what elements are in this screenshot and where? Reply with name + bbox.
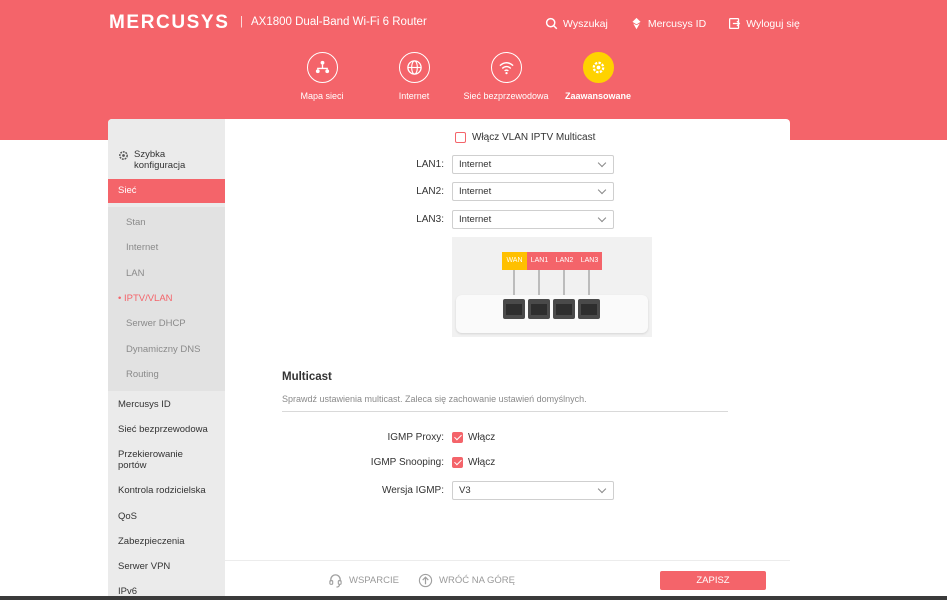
subnav-routing[interactable]: Routing xyxy=(126,369,159,380)
search-link[interactable]: Wyszukaj xyxy=(545,17,608,30)
lan3-port xyxy=(578,299,600,319)
igmp-proxy-row: IGMP Proxy: Włącz xyxy=(347,432,495,443)
router-model-text: AX1800 Dual-Band Wi-Fi 6 Router xyxy=(251,16,427,28)
igmp-proxy-label: IGMP Proxy: xyxy=(387,432,445,443)
save-button[interactable]: ZAPISZ xyxy=(660,571,766,590)
igmp-snooping-option[interactable]: Włącz xyxy=(452,457,495,468)
lan1-port xyxy=(528,299,550,319)
subnav-lan[interactable]: LAN xyxy=(126,268,144,279)
search-icon xyxy=(545,17,558,30)
igmp-proxy-checkbox[interactable] xyxy=(452,432,463,443)
network-map-icon xyxy=(306,52,338,83)
mercusys-id-link[interactable]: Mercusys ID xyxy=(630,17,706,30)
router-model: | AX1800 Dual-Band Wi-Fi 6 Router xyxy=(240,16,427,28)
content-area: Włącz VLAN IPTV Multicast LAN1: Internet… xyxy=(225,119,790,600)
back-to-top-button[interactable]: WRÓĆ NA GÓRĘ xyxy=(418,573,515,588)
top-links: Wyszukaj Mercusys ID Wyloguj się xyxy=(545,17,800,30)
port-diagram: WAN LAN1 LAN2 LAN3 xyxy=(452,237,652,337)
nav-network-map-label: Mapa sieci xyxy=(300,91,344,101)
mercusys-id-icon xyxy=(632,17,641,30)
nav-wireless[interactable]: Sieć bezprzewodowa xyxy=(460,52,552,102)
igmp-snooping-row: IGMP Snooping: Włącz xyxy=(347,457,495,468)
vlan-multicast-label: Włącz VLAN IPTV Multicast xyxy=(472,132,596,143)
lan2-label: LAN2: xyxy=(416,186,444,197)
sidebar-item-mercusys-id[interactable]: Mercusys ID xyxy=(118,399,171,410)
multicast-title: Multicast xyxy=(282,371,332,383)
igmp-proxy-option[interactable]: Włącz xyxy=(452,432,495,443)
igmp-snooping-label: IGMP Snooping: xyxy=(370,457,444,468)
igmp-version-select[interactable]: V3 xyxy=(452,481,614,500)
nav-advanced[interactable]: Zaawansowane xyxy=(552,52,644,102)
sidebar-subnav: Stan Internet LAN • IPTV/VLAN Serwer DHC… xyxy=(108,207,225,391)
logout-link[interactable]: Wyloguj się xyxy=(728,17,800,30)
lan2-row: LAN2: Internet xyxy=(347,182,614,201)
vlan-multicast-option[interactable]: Włącz VLAN IPTV Multicast xyxy=(455,132,595,143)
subnav-iptv-vlan[interactable]: • IPTV/VLAN xyxy=(118,293,173,304)
igmp-snooping-checkbox[interactable] xyxy=(452,457,463,468)
lan1-row: LAN1: Internet xyxy=(347,155,614,174)
back-to-top-label: WRÓĆ NA GÓRĘ xyxy=(439,575,516,586)
nav-internet-label: Internet xyxy=(398,91,430,101)
window-bottom-edge xyxy=(0,596,947,600)
sidebar-item-security[interactable]: Zabezpieczenia xyxy=(118,536,185,547)
footer-bar: WSPARCIE WRÓĆ NA GÓRĘ ZAPISZ xyxy=(225,560,790,600)
search-label: Wyszukaj xyxy=(563,17,608,30)
sidebar-item-quick-setup[interactable]: Szybka konfiguracja xyxy=(118,149,194,171)
subnav-dynamic-dns[interactable]: Dynamiczny DNS xyxy=(126,344,200,355)
router-body xyxy=(456,295,648,333)
logout-icon xyxy=(729,18,741,29)
multicast-divider xyxy=(282,411,728,412)
sidebar: Szybka konfiguracja Sieć Stan Internet L… xyxy=(108,119,225,600)
nav-internet[interactable]: Internet xyxy=(368,52,460,102)
vlan-multicast-checkbox[interactable] xyxy=(455,132,466,143)
sidebar-item-qos[interactable]: QoS xyxy=(118,511,137,522)
lan3-row: LAN3: Internet xyxy=(347,210,614,229)
sidebar-item-wireless[interactable]: Sieć bezprzewodowa xyxy=(118,424,208,435)
sidebar-item-vpn-server[interactable]: Serwer VPN xyxy=(118,561,170,572)
main-nav: Mapa sieci Internet Sieć bezprzewodowa Z… xyxy=(276,52,644,102)
quick-setup-label: Szybka konfiguracja xyxy=(134,149,186,171)
igmp-version-row: Wersja IGMP: V3 xyxy=(347,481,614,500)
subnav-internet[interactable]: Internet xyxy=(126,242,158,253)
headset-icon xyxy=(329,574,342,588)
main-card: Szybka konfiguracja Sieć Stan Internet L… xyxy=(108,119,790,600)
subnav-status[interactable]: Stan xyxy=(126,217,146,228)
logout-label: Wyloguj się xyxy=(746,17,800,30)
igmp-snooping-text: Włącz xyxy=(468,457,496,468)
wan-port xyxy=(503,299,525,319)
subnav-dhcp-server[interactable]: Serwer DHCP xyxy=(126,318,186,329)
mercusys-id-label: Mercusys ID xyxy=(647,17,707,30)
lan2-select[interactable]: Internet xyxy=(452,182,614,201)
arrow-up-icon xyxy=(418,573,433,588)
igmp-proxy-text: Włącz xyxy=(468,432,496,443)
nav-advanced-label: Zaawansowane xyxy=(564,91,632,101)
gear-icon xyxy=(582,52,614,83)
quick-setup-icon xyxy=(119,151,128,160)
support-button[interactable]: WSPARCIE xyxy=(328,573,399,588)
lan1-select[interactable]: Internet xyxy=(452,155,614,174)
sidebar-item-network[interactable]: Sieć xyxy=(108,179,225,203)
lan1-label: LAN1: xyxy=(416,159,444,170)
lan3-label: LAN3: xyxy=(416,214,444,225)
brand-logo: MERCUSYS xyxy=(109,12,230,33)
lan2-port xyxy=(553,299,575,319)
sidebar-item-parental-control[interactable]: Kontrola rodzicielska xyxy=(118,485,206,496)
lan3-select[interactable]: Internet xyxy=(452,210,614,229)
globe-icon xyxy=(398,52,430,83)
support-label: WSPARCIE xyxy=(349,575,399,586)
nav-wireless-label: Sieć bezprzewodowa xyxy=(463,91,549,101)
sidebar-item-port-forwarding[interactable]: Przekierowanie portów xyxy=(118,449,193,471)
wifi-icon xyxy=(490,52,522,83)
igmp-version-label: Wersja IGMP: xyxy=(381,485,444,496)
multicast-subtitle: Sprawdź ustawienia multicast. Zaleca się… xyxy=(282,394,587,404)
nav-network-map[interactable]: Mapa sieci xyxy=(276,52,368,102)
